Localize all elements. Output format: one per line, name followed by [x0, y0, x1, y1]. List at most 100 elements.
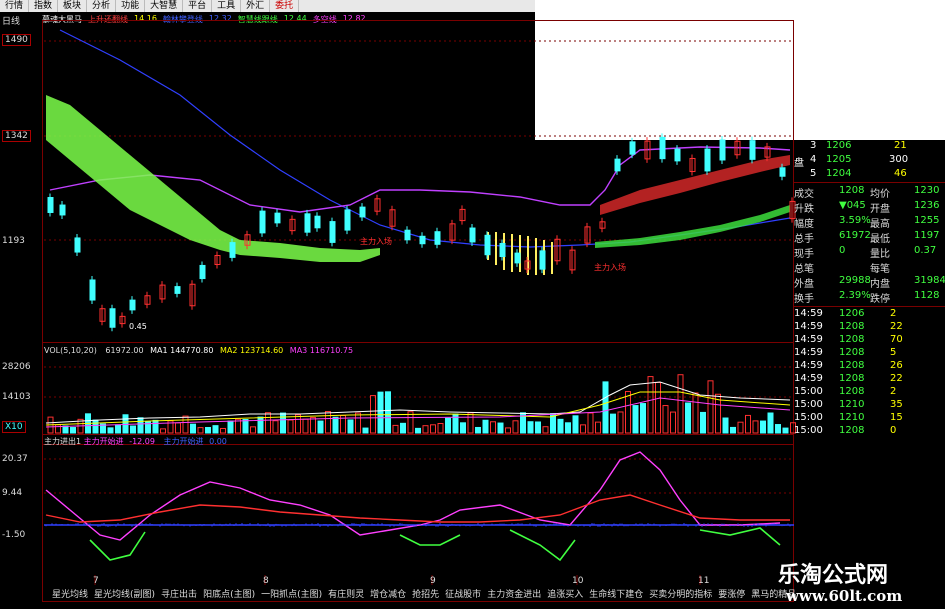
- quote-label: 升跌: [794, 204, 814, 215]
- volume-bar: [317, 420, 324, 434]
- volume-bar: [752, 420, 759, 434]
- candle-body: [719, 139, 726, 161]
- quote-value: 3.59%: [839, 215, 871, 226]
- candle-body: [659, 136, 666, 160]
- level-price: 1206: [826, 140, 852, 151]
- quote-label: 最低: [870, 234, 890, 245]
- volume-bar: [430, 424, 436, 434]
- level-price: 1204: [826, 168, 852, 179]
- candle-body: [74, 237, 81, 253]
- candle-body: [109, 308, 116, 328]
- tab[interactable]: 抢招先: [412, 588, 439, 602]
- tick-p: 1208: [839, 321, 865, 332]
- level-number: 4: [810, 154, 817, 165]
- tab[interactable]: 寻庄出击: [161, 588, 197, 602]
- tab[interactable]: 主力资金进出: [487, 588, 541, 602]
- quote-label: 总手: [794, 234, 814, 245]
- tab[interactable]: 星光均线: [52, 588, 88, 602]
- tab[interactable]: 阳底点(主图): [203, 588, 255, 602]
- quote-value: 0.37: [914, 245, 937, 256]
- volume-bar: [310, 417, 316, 434]
- volume-bar: [175, 422, 181, 434]
- volume-bar: [250, 426, 256, 434]
- tab[interactable]: 有庄则灵: [328, 588, 364, 602]
- candle-body: [749, 140, 756, 160]
- tick-row: 15:00 1208 0: [794, 425, 945, 438]
- candle-body: [539, 250, 546, 270]
- volume-bar: [265, 412, 271, 434]
- candle-body: [304, 213, 311, 233]
- volume-bar: [497, 422, 504, 434]
- volume-bar: [460, 422, 466, 434]
- tick-t: 14:59: [794, 347, 823, 358]
- volume-bar: [580, 424, 586, 434]
- watermark-url: www.60lt.com: [786, 587, 903, 605]
- candle-body: [419, 235, 426, 245]
- volume-bar: [62, 425, 69, 434]
- volume-bar: [355, 412, 361, 434]
- order-book-row: 3 1206 21: [794, 140, 945, 153]
- tick-p: 1208: [839, 373, 865, 384]
- tick-row: 15:00 1210 15: [794, 412, 945, 425]
- tick-row: 15:00 1208 2: [794, 386, 945, 399]
- quote-value: 29988: [839, 275, 871, 286]
- volume-bar: [655, 381, 661, 434]
- tick-v: 35: [890, 399, 903, 410]
- tab[interactable]: 生命线下建仓: [589, 588, 643, 602]
- tab[interactable]: 征战股市: [445, 588, 481, 602]
- tick-t: 14:59: [794, 308, 823, 319]
- volume-bar: [767, 412, 774, 434]
- tab[interactable]: 追涨买入: [547, 588, 583, 602]
- volume-bar: [587, 412, 594, 434]
- volume-bar: [647, 376, 654, 434]
- quote-label: 总笔: [794, 264, 814, 275]
- tick-row: 14:59 1208 22: [794, 321, 945, 334]
- volume-bar: [205, 427, 211, 434]
- volume-bar: [445, 417, 451, 434]
- flow-purple-line: [45, 451, 781, 541]
- formula-tabs: 星光均线 星光均线(副图) 寻庄出击 阳底点(主图) 一阳抓点(主图) 有庄则灵…: [42, 588, 796, 602]
- quote-label: 换手: [794, 294, 814, 305]
- volume-bar: [407, 411, 414, 434]
- flow-green-segment: [89, 531, 146, 561]
- volume-bar: [400, 422, 406, 434]
- flow-green-segment: [399, 534, 461, 546]
- volume-bar: [92, 419, 99, 434]
- volume-bar: [595, 421, 601, 434]
- tick-t: 15:00: [794, 425, 823, 436]
- quote-label: 成交: [794, 189, 814, 200]
- candle-body: [47, 197, 54, 213]
- level-price: 1205: [826, 154, 852, 165]
- volume-bar: [190, 423, 196, 434]
- level-volume: 300: [889, 154, 909, 165]
- side-label: 盘: [794, 158, 804, 169]
- quote-panel: 3 1206 21 盘 4 1205 300 5 1204 46 成交 1208 均…: [794, 140, 945, 442]
- tick-row: 14:59 1208 70: [794, 334, 945, 347]
- tab[interactable]: 一阳抓点(主图): [261, 588, 322, 602]
- volume-bar: [617, 411, 624, 434]
- volume-bar: [737, 421, 744, 434]
- level-number: 3: [810, 140, 817, 151]
- volume-bar: [700, 411, 706, 434]
- tick-p: 1208: [839, 334, 865, 345]
- tab[interactable]: 增仓减仓: [370, 588, 406, 602]
- quote-row: 现手 0 量比 0.37: [794, 245, 945, 260]
- quote-row: 换手 2.39% 跌停 1128: [794, 290, 945, 305]
- volume-bars: [47, 374, 796, 434]
- tab[interactable]: 买卖分明的指标: [649, 588, 712, 602]
- volume-bar: [775, 424, 781, 434]
- volume-bar: [332, 416, 339, 434]
- quote-row: 总手 61972 最低 1197: [794, 230, 945, 245]
- quote-row: 总笔 每笔: [794, 260, 945, 275]
- tab[interactable]: 星光均线(副图): [94, 588, 155, 602]
- volume-bar: [362, 427, 369, 434]
- candle-body: [274, 212, 281, 224]
- candle-body: [174, 286, 181, 294]
- tick-p: 1208: [839, 425, 865, 436]
- volume-bar: [242, 418, 249, 434]
- volume-bar: [662, 405, 669, 434]
- tab[interactable]: 要涨停: [718, 588, 745, 602]
- candle-body: [469, 227, 476, 243]
- volume-bar: [197, 427, 204, 434]
- volume-bar: [670, 411, 676, 434]
